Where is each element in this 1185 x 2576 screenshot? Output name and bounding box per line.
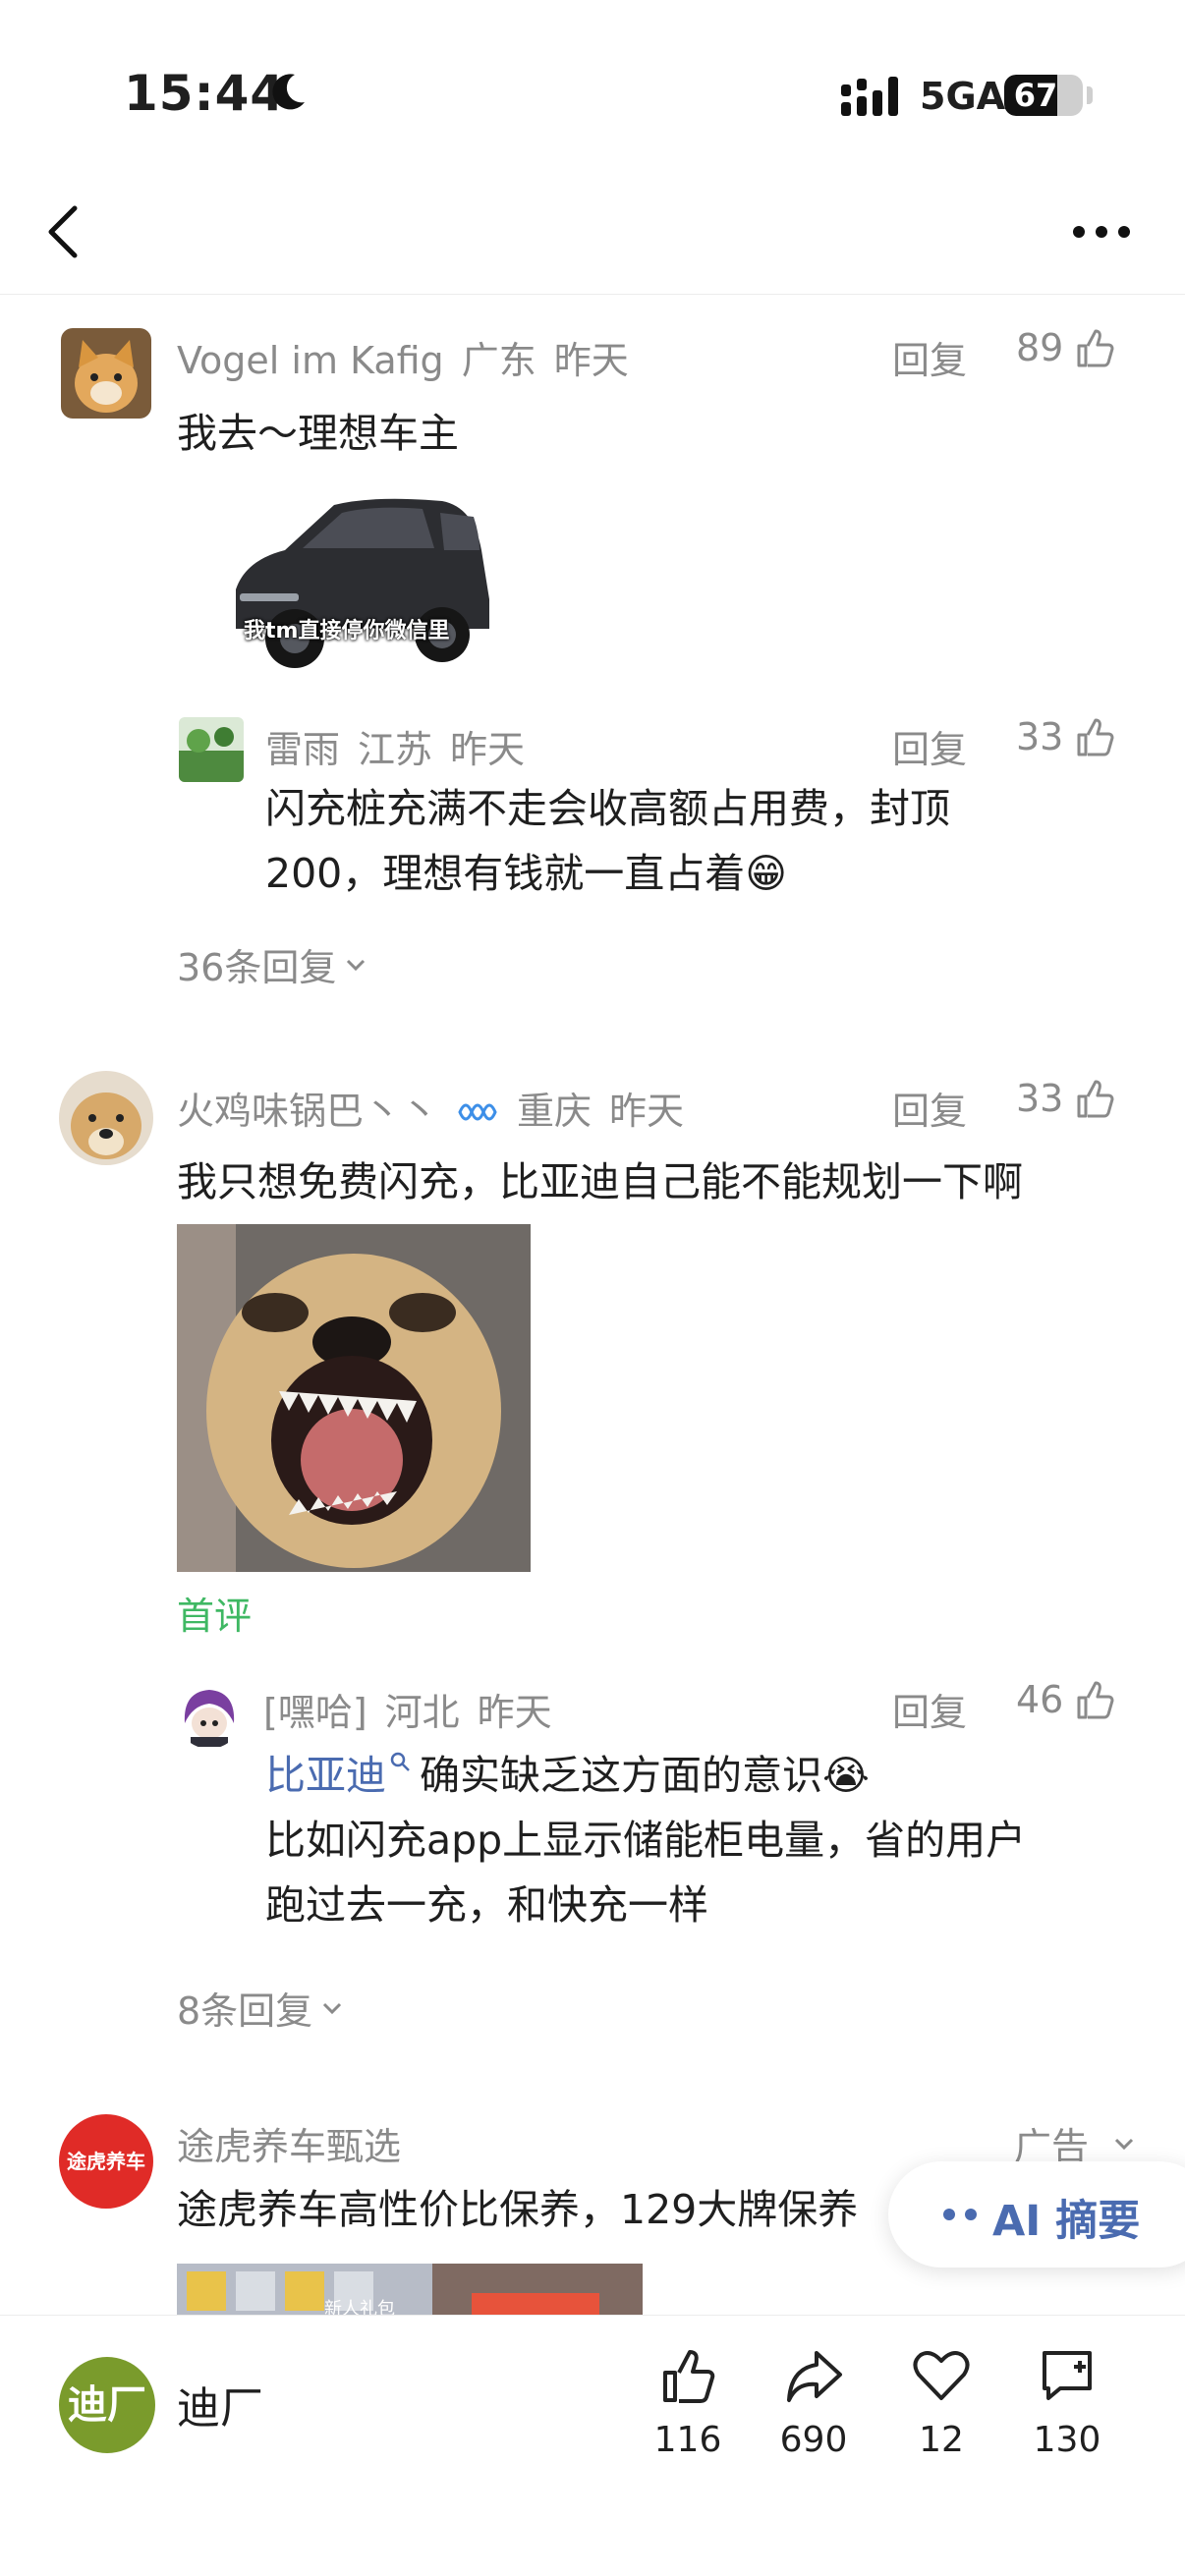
avatar-scenery[interactable]	[179, 717, 244, 782]
like-count: 46	[1016, 1678, 1064, 1721]
share-icon	[787, 2351, 842, 2402]
sub-reply: 雷雨 江苏 昨天 回复 33 闪充桩充满不走会收高额占用费，封顶 200，理想有钱就…	[0, 707, 1185, 904]
reply-region: 江苏	[358, 728, 433, 771]
channel-name[interactable]: 迪厂	[177, 2373, 263, 2436]
reply-button[interactable]: 回复	[892, 1081, 967, 1135]
reply-time: 昨天	[450, 728, 526, 771]
ad-text: 途虎养车高性价比保养，129大牌保养	[177, 2186, 859, 2233]
comment-item: Vogel im Kafig 广东 昨天 回复 89 我去～理想车主 我tm直接停你…	[0, 295, 1185, 1002]
favorite-count: 12	[919, 2420, 964, 2460]
badge-icon	[458, 1103, 497, 1121]
comment-username[interactable]: 火鸡味锅巴丶丶	[177, 1090, 438, 1133]
comment-text: 我只想免费闪充，比亚迪自己能不能规划一下啊	[177, 1158, 1023, 1205]
ad-meta: 途虎养车甄选	[177, 2116, 419, 2170]
channel-avatar[interactable]: 迪厂	[59, 2357, 155, 2453]
comment-region: 重庆	[517, 1090, 592, 1133]
status-time: 15:44	[124, 65, 286, 122]
thumbs-up-icon	[1077, 718, 1114, 756]
like-button[interactable]: 33	[1016, 715, 1116, 758]
first-comment-tag: 首评	[177, 1595, 253, 1638]
comment-count: 130	[1033, 2420, 1101, 2460]
like-button[interactable]: 46	[1016, 1678, 1116, 1721]
reply-meta: 雷雨 江苏 昨天	[265, 719, 542, 773]
mention-link[interactable]: 比亚迪	[265, 1752, 386, 1799]
thumbs-up-icon	[1077, 1681, 1114, 1719]
more-replies-link[interactable]: 36条回复	[177, 937, 369, 991]
search-icon[interactable]	[388, 1750, 412, 1773]
reply-username[interactable]: 雷雨	[265, 728, 340, 771]
reply-button[interactable]: 回复	[892, 719, 967, 773]
ad-avatar[interactable]: 途虎养车	[59, 2114, 153, 2209]
reply-region: 河北	[384, 1691, 460, 1734]
ad-username[interactable]: 途虎养车甄选	[177, 2125, 401, 2168]
reply-text-rest: 确实缺乏这方面的意识😭	[420, 1752, 870, 1799]
reply-button[interactable]: 回复	[892, 330, 967, 384]
like-action-button[interactable]: 116	[639, 2345, 737, 2460]
image-caption: 我tm直接停你微信里	[244, 619, 450, 644]
thumbs-up-icon	[663, 2350, 715, 2403]
ad-image-badge: 新人礼包	[324, 2299, 395, 2315]
comment-meta: 火鸡味锅巴丶丶 重庆 昨天	[177, 1081, 702, 1135]
avatar-dog[interactable]	[59, 1071, 153, 1165]
status-bar: 15:44 5GA 67	[0, 0, 1185, 167]
nav-bar	[0, 167, 1185, 295]
like-count: 33	[1016, 1077, 1064, 1120]
more-replies-label: 36条回复	[177, 946, 337, 989]
chevron-down-icon	[347, 959, 366, 971]
favorite-action-button[interactable]: 12	[892, 2345, 990, 2460]
ai-summary-button[interactable]: AI 摘要	[888, 2161, 1185, 2268]
chevron-down-icon	[1114, 2138, 1134, 2150]
reply-text-line: 200，理想有钱就一直占着😁	[265, 850, 787, 897]
reply-text-line: 闪充桩充满不走会收高额占用费，封顶	[265, 785, 950, 832]
comment-action-button[interactable]: 130	[1018, 2345, 1116, 2460]
reply-time: 昨天	[477, 1691, 552, 1734]
comment-meta: Vogel im Kafig 广东 昨天	[177, 330, 647, 384]
thumbs-up-icon	[1077, 329, 1114, 367]
comment-text: 我去～理想车主	[177, 410, 459, 457]
reply-text-line: 跑过去一充，和快充一样	[265, 1881, 708, 1929]
more-options-icon[interactable]	[1071, 222, 1132, 242]
signal-icon	[841, 77, 898, 116]
reply-text-line: 比如闪充app上显示储能柜电量，省的用户	[265, 1817, 1027, 1864]
reply-button[interactable]: 回复	[892, 1682, 967, 1736]
moon-icon	[272, 74, 305, 110]
back-icon[interactable]	[43, 202, 83, 261]
like-count: 116	[653, 2420, 722, 2460]
network-type: 5GA	[920, 75, 1006, 118]
like-button[interactable]: 33	[1016, 1077, 1116, 1120]
share-count: 690	[779, 2420, 848, 2460]
like-count: 89	[1016, 326, 1064, 369]
ad-image[interactable]	[177, 2264, 643, 2315]
comment-region: 广东	[461, 339, 536, 382]
sub-reply: [嘿哈] 河北 昨天 回复 46 比亚迪 确实缺乏这方面的意识😭 比如闪充app上显示…	[0, 1670, 1185, 1935]
like-count: 33	[1016, 715, 1064, 758]
chevron-down-icon	[323, 2002, 342, 2014]
reply-text-line: 比亚迪 确实缺乏这方面的意识😭	[265, 1743, 870, 1808]
share-action-button[interactable]: 690	[764, 2345, 863, 2460]
comment-image-car[interactable]	[216, 491, 501, 678]
ai-summary-label: AI 摘要	[992, 2197, 1141, 2246]
more-replies-label: 8条回复	[177, 1989, 313, 2033]
avatar-cat[interactable]	[61, 328, 151, 419]
comment-time: 昨天	[553, 339, 629, 382]
comment-time: 昨天	[609, 1090, 685, 1133]
battery-tip	[1087, 86, 1093, 104]
reply-meta: [嘿哈] 河北 昨天	[263, 1682, 570, 1736]
heart-icon	[913, 2351, 970, 2400]
comment-image-dog[interactable]	[177, 1224, 531, 1572]
ad-avatar-text: 途虎养车	[67, 2150, 145, 2173]
battery-icon: 67	[1004, 75, 1083, 116]
like-button[interactable]: 89	[1016, 326, 1116, 369]
comment-icon	[1043, 2351, 1092, 2400]
thumbs-up-icon	[1077, 1080, 1114, 1118]
comment-item: 火鸡味锅巴丶丶 重庆 昨天 回复 33 我只想免费闪充，比亚迪自己能不能规划一下啊 …	[0, 1041, 1185, 2083]
reply-username[interactable]: [嘿哈]	[263, 1691, 367, 1734]
more-replies-link[interactable]: 8条回复	[177, 1981, 346, 2035]
avatar-anime[interactable]	[177, 1684, 242, 1749]
bottom-action-bar: 迪厂 迪厂 116 690 12 130	[0, 2315, 1185, 2576]
comment-username[interactable]: Vogel im Kafig	[177, 339, 444, 382]
battery-level: 67	[1013, 77, 1058, 114]
ai-dots-icon	[943, 2209, 977, 2220]
